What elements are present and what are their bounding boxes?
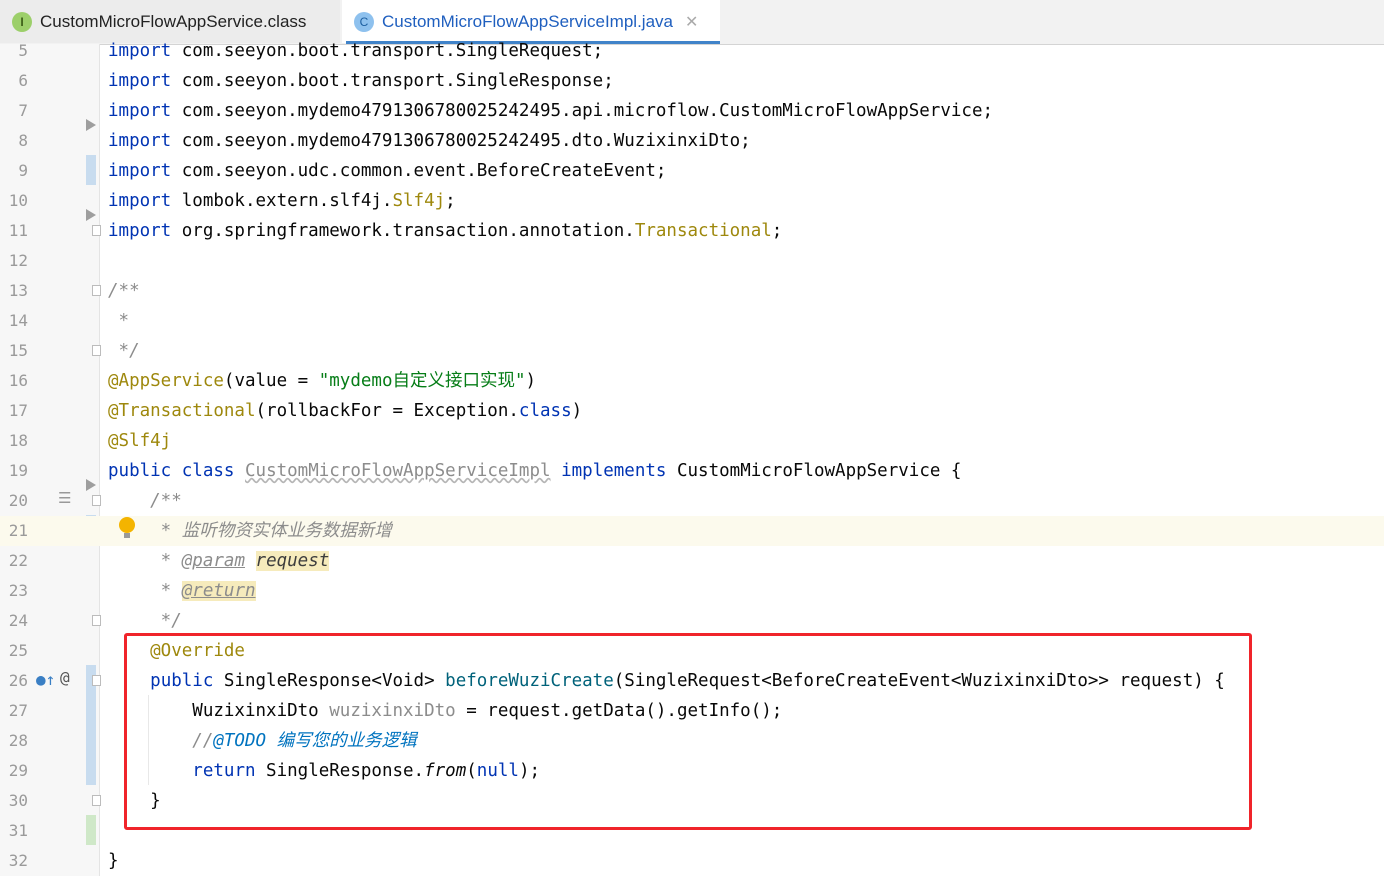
- code-line-19[interactable]: 19 public class CustomMicroFlowAppServic…: [0, 456, 1384, 486]
- code-line-11[interactable]: 11 import org.springframework.transactio…: [0, 216, 1384, 246]
- code-line-13[interactable]: 13 /**: [0, 276, 1384, 306]
- highlight-box: [124, 633, 1252, 830]
- code-line-23[interactable]: 23 * @return: [0, 576, 1384, 606]
- code-line-14[interactable]: 14 *: [0, 306, 1384, 336]
- code-line-10[interactable]: 10 import lombok.extern.slf4j.Slf4j;: [0, 186, 1384, 216]
- class-icon: C: [354, 11, 374, 32]
- code-line-22[interactable]: 22 * @param request: [0, 546, 1384, 576]
- code-line-8[interactable]: 8 import com.seeyon.mydemo47913067800252…: [0, 126, 1384, 156]
- code-line-7[interactable]: 7 import com.seeyon.mydemo47913067800252…: [0, 96, 1384, 126]
- code-line-15[interactable]: 15 */: [0, 336, 1384, 366]
- code-line-9[interactable]: 9 import com.seeyon.udc.common.event.Bef…: [0, 156, 1384, 186]
- code-line-12[interactable]: 12: [0, 246, 1384, 276]
- code-line-5[interactable]: 5 import com.seeyon.boot.transport.Singl…: [0, 36, 1384, 66]
- code-line-20[interactable]: 20 /**: [0, 486, 1384, 516]
- code-line-16[interactable]: 16 @AppService(value = "mydemo自定义接口实现"): [0, 366, 1384, 396]
- code-line-32[interactable]: 32 }: [0, 846, 1384, 876]
- interface-icon: I: [12, 11, 32, 32]
- tab-label: CustomMicroFlowAppService.class: [40, 11, 307, 31]
- close-icon[interactable]: ✕: [685, 12, 698, 32]
- bulb-icon[interactable]: [119, 517, 135, 538]
- code-line-24[interactable]: 24 */: [0, 606, 1384, 636]
- code-line-17[interactable]: 17 @Transactional(rollbackFor = Exceptio…: [0, 396, 1384, 426]
- code-line-21[interactable]: 21 * 监听物资实体业务数据新增: [0, 516, 1384, 546]
- code-line-6[interactable]: 6 import com.seeyon.boot.transport.Singl…: [0, 66, 1384, 96]
- code-line-18[interactable]: 18 @Slf4j: [0, 426, 1384, 456]
- tab-label: CustomMicroFlowAppServiceImpl.java: [382, 11, 673, 31]
